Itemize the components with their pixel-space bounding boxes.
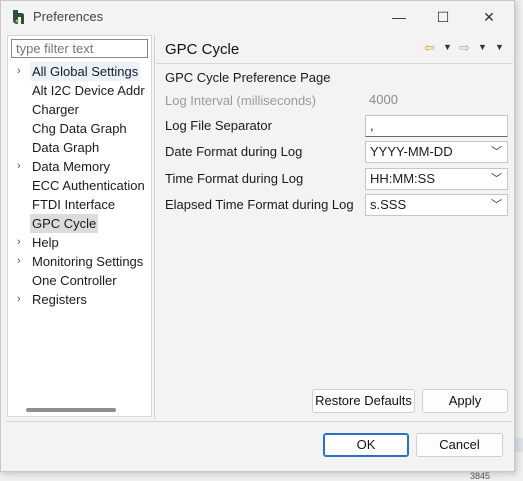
- chevron-down-icon: ﹀: [491, 199, 502, 211]
- field-value: HH:MM:SS: [370, 171, 435, 186]
- title-bar: Preferences — ☐ ✕: [1, 1, 514, 33]
- expand-chevron-icon[interactable]: ›: [17, 290, 27, 309]
- maximize-button[interactable]: ☐: [420, 1, 466, 33]
- tree-item-label: Chg Data Graph: [32, 121, 127, 136]
- field-label: Log File Separator: [165, 118, 272, 133]
- tree-item-help[interactable]: › Help: [8, 233, 151, 252]
- log-interval-field: 4000: [365, 90, 508, 112]
- tree-item-label: Data Graph: [32, 140, 100, 155]
- tree-item-label: One Controller: [32, 273, 117, 288]
- tree-item-label: Data Memory: [32, 159, 111, 174]
- tree-item-label: GPC Cycle: [30, 214, 99, 233]
- window-title: Preferences: [33, 9, 104, 24]
- close-icon: ✕: [483, 8, 495, 25]
- tree-item-label: Help: [32, 235, 59, 250]
- tree-item-label: Alt I2C Device Addr: [32, 83, 145, 98]
- tree-item-ftdi-interface[interactable]: FTDI Interface: [8, 195, 151, 214]
- tree-item-data-graph[interactable]: Data Graph: [8, 138, 151, 157]
- tree-item-charger[interactable]: Charger: [8, 100, 151, 119]
- ok-button[interactable]: OK: [323, 433, 409, 457]
- minimize-icon: —: [392, 9, 406, 25]
- forward-arrow-icon[interactable]: ⇨: [459, 40, 470, 56]
- tree-item-label: ECC Authentication: [32, 178, 145, 193]
- tree-item-gpc-cycle[interactable]: GPC Cycle: [8, 214, 151, 233]
- tree-item-chg-data-graph[interactable]: Chg Data Graph: [8, 119, 151, 138]
- footer-divider: [7, 421, 512, 422]
- forward-dropdown-icon[interactable]: ▼: [478, 42, 487, 52]
- horizontal-scrollbar[interactable]: [26, 408, 116, 412]
- apply-button[interactable]: Apply: [422, 389, 508, 413]
- chevron-down-icon: ﹀: [491, 173, 502, 185]
- preference-tree: › All Global Settings Alt I2C Device Add…: [8, 62, 151, 309]
- cancel-button[interactable]: Cancel: [416, 433, 503, 457]
- page-description: GPC Cycle Preference Page: [165, 70, 331, 85]
- page-header: GPC Cycle ⇦ ▼ ⇨ ▼ ▼: [156, 35, 513, 64]
- log-file-separator-input[interactable]: ,: [365, 115, 508, 137]
- restore-defaults-button[interactable]: Restore Defaults: [312, 389, 415, 413]
- field-label: Date Format during Log: [165, 144, 303, 159]
- chevron-down-icon: ﹀: [491, 146, 502, 158]
- tree-item-label: Monitoring Settings: [32, 254, 144, 269]
- time-format-select[interactable]: HH:MM:SS ﹀: [365, 168, 508, 190]
- tree-item-data-memory[interactable]: › Data Memory: [8, 157, 151, 176]
- field-value: YYYY-MM-DD: [370, 144, 453, 159]
- field-label: Log Interval (milliseconds): [165, 93, 317, 108]
- tree-item-ecc-authentication[interactable]: ECC Authentication: [8, 176, 151, 195]
- tree-item-label: Charger: [32, 102, 79, 117]
- back-dropdown-icon[interactable]: ▼: [443, 42, 452, 52]
- minimize-button[interactable]: —: [376, 1, 422, 33]
- tree-item-alt-i2c-device-addr[interactable]: Alt I2C Device Addr: [8, 81, 151, 100]
- expand-chevron-icon[interactable]: ›: [17, 62, 27, 81]
- app-logo-icon: [13, 10, 24, 24]
- view-menu-icon[interactable]: ▼: [495, 42, 504, 52]
- close-button[interactable]: ✕: [466, 1, 512, 33]
- expand-chevron-icon[interactable]: ›: [17, 233, 27, 252]
- preference-page: GPC Cycle ⇦ ▼ ⇨ ▼ ▼ GPC Cycle Preference…: [156, 35, 513, 419]
- sash-divider[interactable]: [154, 35, 155, 419]
- field-value: 4000: [369, 92, 398, 107]
- tree-item-registers[interactable]: › Registers: [8, 290, 151, 309]
- tree-item-all-global-settings[interactable]: › All Global Settings: [8, 62, 151, 81]
- preferences-dialog: Preferences — ☐ ✕ › All Global Settings …: [0, 0, 515, 472]
- date-format-select[interactable]: YYYY-MM-DD ﹀: [365, 141, 508, 163]
- tree-item-one-controller[interactable]: One Controller: [8, 271, 151, 290]
- field-label: Time Format during Log: [165, 171, 304, 186]
- tree-item-label: FTDI Interface: [32, 197, 116, 212]
- page-title: GPC Cycle: [165, 41, 240, 58]
- maximize-icon: ☐: [436, 8, 450, 25]
- field-label: Elapsed Time Format during Log: [165, 197, 354, 212]
- expand-chevron-icon[interactable]: ›: [17, 252, 27, 271]
- expand-chevron-icon[interactable]: ›: [17, 157, 27, 176]
- field-value: s.SSS: [370, 197, 407, 212]
- back-arrow-icon[interactable]: ⇦: [424, 40, 435, 56]
- preference-tree-panel: › All Global Settings Alt I2C Device Add…: [7, 35, 152, 417]
- elapsed-time-format-select[interactable]: s.SSS ﹀: [365, 194, 508, 216]
- tree-item-monitoring-settings[interactable]: › Monitoring Settings: [8, 252, 151, 271]
- tree-item-label: Registers: [32, 292, 87, 307]
- field-value: ,: [370, 118, 374, 133]
- filter-input[interactable]: [11, 39, 148, 58]
- tree-item-label: All Global Settings: [30, 62, 141, 81]
